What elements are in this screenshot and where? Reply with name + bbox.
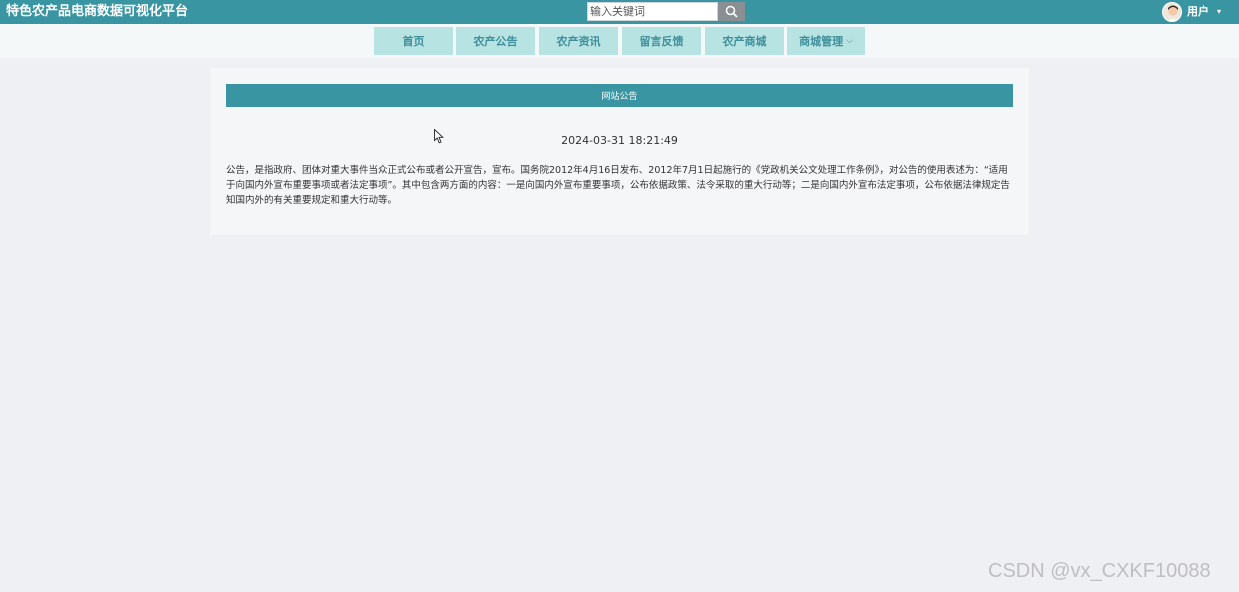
nav-item-label: 首页 <box>402 35 425 48</box>
nav-item-label: 农产公告 <box>473 35 518 48</box>
avatar[interactable] <box>1162 2 1182 22</box>
nav-item-news[interactable]: 农产资讯 <box>539 27 618 55</box>
search-button[interactable] <box>718 2 745 21</box>
user-label[interactable]: 用户 <box>1187 5 1209 19</box>
search-input[interactable] <box>587 2 718 21</box>
nav-item-label: 商城管理 <box>799 35 844 48</box>
avatar-image <box>1163 3 1181 21</box>
nav-item-label: 农产商城 <box>722 35 767 48</box>
caret-down-icon[interactable]: ▾ <box>1217 6 1221 18</box>
watermark: CSDN @vx_CXKF10088 <box>988 560 1211 582</box>
nav-bar: 首页 农产公告 农产资讯 留言反馈 农产商城 商城管理 ⌵ <box>0 24 1239 58</box>
nav-item-label: 留言反馈 <box>639 35 684 48</box>
mouse-cursor-icon <box>434 129 444 144</box>
top-bar: 特色农产品电商数据可视化平台 用户 ▾ <box>0 0 1239 24</box>
notice-content: 公告，是指政府、团体对重大事件当众正式公布或者公开宣告，宣布。国务院2012年4… <box>226 165 1010 206</box>
chevron-down-icon: ⌵ <box>846 36 853 46</box>
nav-item-feedback[interactable]: 留言反馈 <box>622 27 701 55</box>
nav-item-notices[interactable]: 农产公告 <box>456 27 535 55</box>
nav-item-mall-management[interactable]: 商城管理 ⌵ <box>787 27 865 55</box>
notice-panel: 网站公告 2024-03-31 18:21:49 公告，是指政府、团体对重大事件… <box>210 68 1029 235</box>
nav-item-label: 农产资讯 <box>556 35 601 48</box>
search-icon <box>725 5 738 18</box>
notice-header: 网站公告 <box>226 84 1013 107</box>
nav-item-home[interactable]: 首页 <box>374 27 453 55</box>
notice-date: 2024-03-31 18:21:49 <box>561 134 678 147</box>
site-title[interactable]: 特色农产品电商数据可视化平台 <box>6 3 188 21</box>
nav-item-mall[interactable]: 农产商城 <box>705 27 784 55</box>
user-menu[interactable]: 用户 ▾ <box>1162 1 1232 23</box>
